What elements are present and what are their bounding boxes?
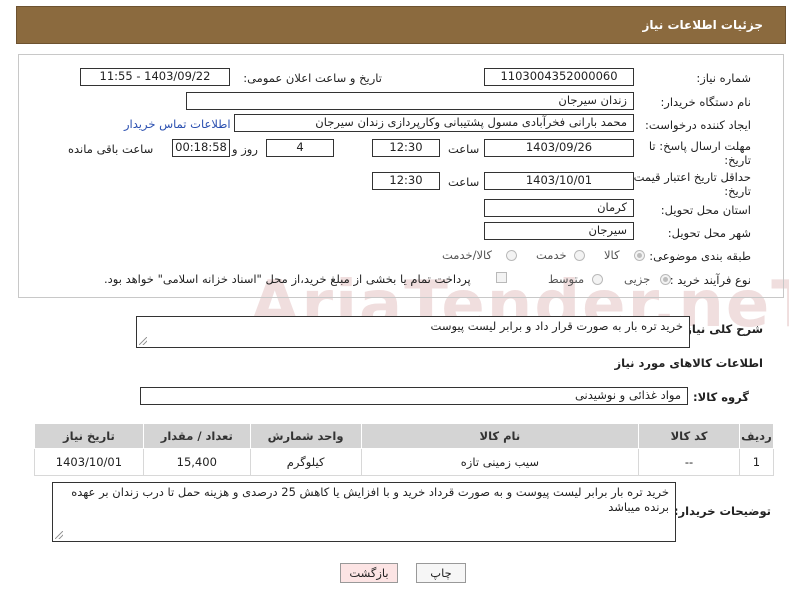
announce-field: 1403/09/22 - 11:55 (80, 68, 230, 86)
goods-group-field: مواد غذائی و نوشیدنی (140, 387, 688, 405)
category-goods-service-radio[interactable] (506, 250, 517, 261)
creator-label: ایجاد کننده درخواست: (645, 118, 751, 132)
purchase-medium-radio[interactable] (592, 274, 603, 285)
need-number-label: شماره نیاز: (696, 71, 751, 85)
deadline-date-field: 1403/09/26 (484, 139, 634, 157)
cell-need-date: 1403/10/01 (34, 448, 144, 476)
cell-item-name: سیب زمینی تازه (360, 448, 640, 476)
col-unit: واحد شمارش (249, 423, 362, 449)
validity-label: حداقل تاریخ اعتبار قیمت: تا (619, 170, 751, 184)
goods-group-label: گروه کالا: (693, 390, 749, 404)
category-label: طبقه بندی موضوعی: (649, 249, 751, 263)
contact-buyer-link[interactable]: اطلاعات تماس خریدار (124, 117, 231, 131)
remaining-label: ساعت باقی مانده (68, 142, 154, 156)
summary-label: شرح کلی نیاز: (680, 322, 763, 336)
resize-handle-icon[interactable] (55, 531, 63, 539)
deadline-label: مهلت ارسال پاسخ: تا (648, 139, 751, 153)
purchase-medium-label: متوسط (548, 272, 585, 286)
back-button[interactable]: بازگشت (340, 563, 398, 583)
page-title: جزئیات اطلاعات نیاز (642, 18, 763, 32)
city-label: شهر محل تحویل: (667, 226, 751, 240)
category-goods-radio[interactable] (634, 250, 645, 261)
deadline-date-label: تاریخ: (724, 153, 751, 167)
print-button[interactable]: چاپ (416, 563, 466, 583)
creator-field: محمد بارانی فخرآبادی مسول پشتیبانی وکارپ… (234, 114, 634, 132)
province-field: کرمان (484, 199, 634, 217)
deadline-time-label: ساعت (448, 142, 480, 156)
col-item-code: کد کالا (638, 423, 740, 449)
treasury-note: پرداخت تمام یا بخشی از مبلغ خرید،از محل … (104, 272, 471, 286)
days-label: روز و (232, 142, 258, 156)
category-service-label: خدمت (536, 248, 567, 262)
category-goods-label: کالا (604, 248, 620, 262)
buyer-notes-text: خرید تره بار برابر لیست پیوست و به صورت … (71, 485, 669, 514)
resize-handle-icon[interactable] (139, 337, 147, 345)
cell-row-number: 1 (738, 448, 775, 476)
summary-textarea[interactable]: خرید تره بار به صورت قرار داد و برابر لی… (136, 316, 690, 348)
treasury-checkbox[interactable] (496, 272, 507, 283)
need-number-field: 1103004352000060 (484, 68, 634, 86)
category-goods-service-label: کالا/خدمت (442, 248, 493, 262)
category-service-radio[interactable] (574, 250, 585, 261)
buyer-notes-label: توضیحات خریدار: (673, 504, 771, 518)
purchase-minor-radio[interactable] (660, 274, 671, 285)
purchase-type-label: نوع فرآیند خرید : (669, 273, 751, 287)
announce-label: تاریخ و ساعت اعلان عمومی: (243, 71, 382, 85)
city-field: سیرجان (484, 222, 634, 240)
goods-table: ردیف کد کالا نام کالا واحد شمارش تعداد /… (34, 423, 775, 476)
validity-date-label: تاریخ: (724, 184, 751, 198)
cell-quantity: 15,400 (142, 448, 251, 476)
cell-unit: کیلوگرم (249, 448, 362, 476)
province-label: استان محل تحویل: (660, 203, 751, 217)
page-header: جزئیات اطلاعات نیاز (16, 6, 786, 44)
goods-section-title: اطلاعات کالاهای مورد نیاز (614, 356, 763, 370)
buyer-org-label: نام دستگاه خریدار: (660, 95, 751, 109)
deadline-time-field: 12:30 (372, 139, 440, 157)
remaining-time-field: 00:18:58 (172, 139, 230, 157)
col-item-name: نام کالا (360, 423, 640, 449)
validity-date-field: 1403/10/01 (484, 172, 634, 190)
days-field: 4 (266, 139, 334, 157)
table-row: 1 -- سیب زمینی تازه کیلوگرم 15,400 1403/… (34, 448, 775, 476)
purchase-minor-label: جزیی (624, 272, 651, 286)
col-quantity: تعداد / مقدار (142, 423, 251, 449)
validity-time-field: 12:30 (372, 172, 440, 190)
table-header-row: ردیف کد کالا نام کالا واحد شمارش تعداد /… (34, 423, 775, 449)
buyer-org-field: زندان سیرجان (186, 92, 634, 110)
buyer-notes-textarea[interactable]: خرید تره بار برابر لیست پیوست و به صورت … (52, 482, 676, 542)
col-row-number: ردیف (738, 423, 775, 449)
summary-text: خرید تره بار به صورت قرار داد و برابر لی… (430, 319, 683, 333)
cell-item-code: -- (638, 448, 740, 476)
validity-time-label: ساعت (448, 175, 480, 189)
col-need-date: تاریخ نیاز (34, 423, 144, 449)
